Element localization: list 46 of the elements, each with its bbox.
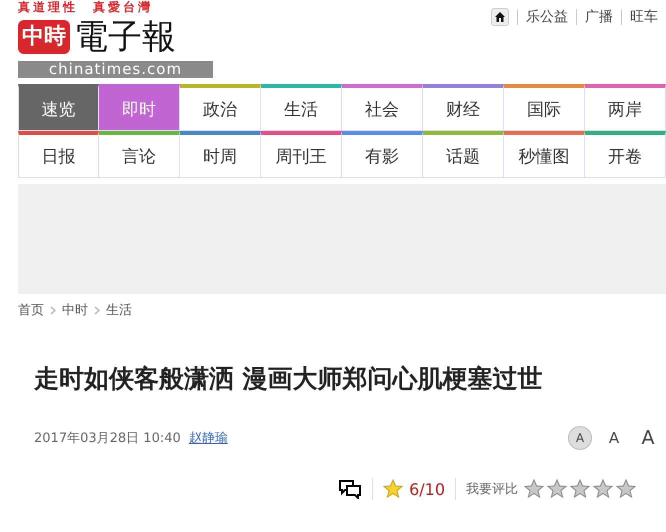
breadcrumb-link[interactable]: 生活 (106, 301, 132, 319)
home-icon (494, 11, 506, 23)
star-icon (616, 479, 636, 499)
font-size-button[interactable]: A (602, 426, 626, 450)
nav-tab[interactable]: 时周 (180, 131, 261, 178)
speech-bubbles-icon (338, 479, 362, 499)
author-link[interactable]: 赵静瑜 (188, 429, 228, 447)
rating-stars[interactable] (524, 479, 636, 499)
breadcrumb-link[interactable]: 首页 (18, 301, 44, 319)
rating-score: 6/10 (409, 480, 445, 498)
nav-tab[interactable]: 话题 (423, 131, 504, 178)
nav-tab[interactable]: 财经 (423, 84, 504, 131)
top-link[interactable]: 乐公益 (526, 8, 568, 26)
chevron-icon (50, 306, 56, 314)
rate-label: 我要评比 (466, 481, 518, 498)
star-icon (593, 479, 613, 499)
font-size-button[interactable]: A (568, 426, 592, 450)
chevron-icon (94, 306, 100, 314)
article-headline: 走时如侠客般潇洒 漫画大师郑问心肌梗塞过世 (34, 363, 544, 395)
nav-tab[interactable]: 言论 (99, 131, 180, 178)
nav-tab[interactable]: 周刊王 (261, 131, 342, 178)
nav-tab[interactable]: 政治 (180, 84, 261, 131)
nav-tab[interactable]: 两岸 (585, 84, 666, 131)
nav-tab[interactable]: 国际 (504, 84, 585, 131)
logo-slogan: 真道理性 真愛台灣 (18, 0, 154, 16)
logo-name: 電子報 (74, 17, 176, 57)
nav-tab[interactable]: 社会 (342, 84, 423, 131)
breadcrumb-link[interactable]: 中时 (62, 301, 88, 319)
top-link[interactable]: 广播 (585, 8, 613, 26)
font-size-button[interactable]: A (636, 426, 660, 450)
logo-badge: 中時 (18, 20, 70, 54)
star-icon (570, 479, 590, 499)
star-icon (524, 479, 544, 499)
publish-date: 2017年03月28日 10:40 (34, 430, 181, 447)
star-icon (383, 479, 404, 499)
nav-tab[interactable]: 开卷 (585, 131, 666, 178)
nav-tab[interactable]: 生活 (261, 84, 342, 131)
home-button[interactable] (491, 8, 509, 26)
nav-tab[interactable]: 速览 (18, 84, 99, 131)
comment-button[interactable] (338, 479, 362, 499)
logo-domain: chinatimes.com (18, 61, 213, 78)
top-link[interactable]: 旺车 (630, 8, 658, 26)
nav-tab[interactable]: 秒懂图 (504, 131, 585, 178)
star-icon (547, 479, 567, 499)
nav-tab[interactable]: 有影 (342, 131, 423, 178)
nav-tab[interactable]: 日报 (18, 131, 99, 178)
